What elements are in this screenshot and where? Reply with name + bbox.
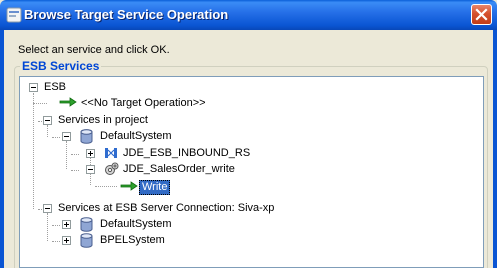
- window-frame-left: [0, 30, 4, 268]
- group-title: ESB Services: [20, 59, 102, 73]
- server-default-system-expand-toggle[interactable]: [62, 220, 71, 229]
- jde-inbound-expand-toggle[interactable]: [86, 149, 95, 158]
- bpel-system-expand-toggle[interactable]: [62, 236, 71, 245]
- tree-line: [71, 154, 79, 155]
- instruction-text: Select an service and click OK.: [18, 44, 170, 56]
- green-arrow-icon: [59, 97, 77, 107]
- window-frame-right: [493, 30, 497, 268]
- root-collapse-toggle[interactable]: [29, 83, 38, 92]
- tree-node-esb[interactable]: ESB: [44, 81, 66, 94]
- database-icon: [80, 233, 93, 248]
- default-system-toggle[interactable]: [62, 132, 71, 141]
- tree-line: [52, 137, 60, 138]
- service-tree[interactable]: ESB <<No Target Operation>> Services in …: [19, 76, 484, 268]
- routing-service-icon: [105, 148, 117, 158]
- tree-node-write[interactable]: Write: [139, 180, 171, 195]
- tree-node-services-at-server[interactable]: Services at ESB Server Connection: Siva-…: [58, 202, 274, 215]
- title-bar[interactable]: Browse Target Service Operation: [0, 0, 497, 30]
- tree-line: [33, 103, 47, 104]
- tree-node-no-target[interactable]: <<No Target Operation>>: [81, 97, 206, 110]
- services-at-server-toggle[interactable]: [43, 204, 52, 213]
- tree-line: [33, 93, 34, 209]
- database-icon: [80, 129, 93, 144]
- tree-node-services-in-project[interactable]: Services in project: [58, 114, 148, 127]
- close-icon: [475, 8, 488, 21]
- tree-line: [52, 241, 60, 242]
- tree-line: [95, 186, 117, 187]
- window-title: Browse Target Service Operation: [24, 7, 229, 22]
- adapter-gear-icon: [105, 162, 119, 175]
- tree-node-jde-salesorder[interactable]: JDE_SalesOrder_write: [123, 163, 235, 176]
- tree-line: [66, 141, 67, 169]
- tree-line: [47, 213, 48, 241]
- database-icon: [80, 217, 93, 232]
- tree-node-bpel-system[interactable]: BPELSystem: [100, 234, 165, 247]
- green-arrow-icon: [120, 181, 138, 191]
- app-icon: [6, 7, 22, 23]
- tree-node-server-default-system[interactable]: DefaultSystem: [100, 218, 172, 231]
- tree-node-jde-inbound[interactable]: JDE_ESB_INBOUND_RS: [123, 147, 250, 160]
- tree-node-default-system[interactable]: DefaultSystem: [100, 130, 172, 143]
- services-in-project-toggle[interactable]: [43, 116, 52, 125]
- tree-line: [71, 170, 79, 171]
- jde-salesorder-collapse-toggle[interactable]: [86, 165, 95, 174]
- close-button[interactable]: [471, 4, 492, 25]
- tree-line: [52, 225, 60, 226]
- tree-line: [47, 125, 48, 137]
